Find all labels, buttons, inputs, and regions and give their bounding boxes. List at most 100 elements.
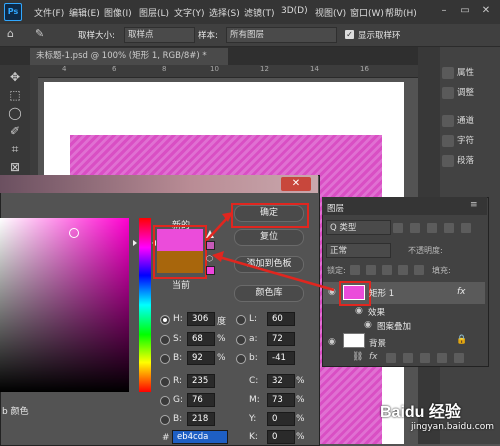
layer-thumbnail-background[interactable]	[343, 333, 365, 348]
c-input[interactable]: 32	[267, 374, 295, 388]
color-picker-titlebar[interactable]	[0, 175, 318, 193]
effects-eye-icon[interactable]: ◉	[355, 306, 363, 316]
a-input[interactable]: 72	[267, 332, 295, 346]
h-input[interactable]: 306	[187, 312, 215, 326]
b-radio[interactable]	[160, 354, 170, 364]
menu-view[interactable]: 视图(V)	[315, 6, 346, 19]
reset-button[interactable]: 复位	[234, 229, 304, 246]
blue-input[interactable]: 218	[187, 412, 215, 426]
crop-tool-icon[interactable]: ⌗	[7, 141, 23, 157]
lock-all-icon[interactable]	[414, 265, 424, 275]
menu-help[interactable]: 帮助(H)	[385, 6, 417, 19]
lock-artboard-icon[interactable]	[398, 265, 408, 275]
minimize-icon[interactable]: –	[436, 4, 452, 18]
quick-select-tool-icon[interactable]: ✐	[7, 123, 23, 139]
out-of-gamut-warning-icon[interactable]	[206, 230, 214, 238]
menu-3d[interactable]: 3D(D)	[281, 6, 308, 16]
menu-window[interactable]: 窗口(W)	[350, 6, 384, 19]
filter-type-icon[interactable]	[427, 223, 437, 233]
adjustments-panel-button[interactable]: 调整	[442, 84, 474, 102]
hex-input[interactable]: eb4cda	[172, 430, 228, 444]
fx-icon[interactable]: fx	[457, 287, 466, 297]
pattern-overlay-eye-icon[interactable]: ◉	[364, 320, 372, 330]
menu-file[interactable]: 文件(F)	[34, 6, 64, 19]
layer-kind-filter[interactable]: Q 类型	[326, 220, 391, 235]
background-eye-icon[interactable]: ◉	[328, 337, 336, 347]
pattern-overlay-effect[interactable]: 图案叠加	[377, 320, 411, 332]
menu-filter[interactable]: 滤镜(T)	[244, 6, 275, 19]
dialog-close-icon[interactable]: ✕	[281, 177, 311, 191]
color-libraries-button[interactable]: 颜色库	[234, 285, 304, 302]
new-adjustment-icon[interactable]	[403, 353, 413, 363]
show-ring-checkbox[interactable]: ✓	[345, 30, 354, 39]
layer-effects-label[interactable]: 效果	[368, 306, 385, 318]
k-input[interactable]: 0	[267, 430, 295, 444]
a-radio[interactable]	[236, 335, 246, 345]
menu-layer[interactable]: 图层(L)	[139, 6, 169, 19]
frame-tool-icon[interactable]: ⊠	[7, 159, 23, 175]
panel-menu-icon[interactable]: ≡	[470, 200, 478, 210]
visibility-eye-icon[interactable]: ◉	[328, 287, 336, 297]
l-input[interactable]: 60	[267, 312, 295, 326]
m-input[interactable]: 73	[267, 393, 295, 407]
add-mask-icon[interactable]	[386, 353, 396, 363]
new-layer-icon[interactable]	[437, 353, 447, 363]
ok-button[interactable]: 确定	[234, 205, 304, 222]
only-web-colors-label[interactable]: b 颜色	[2, 404, 29, 417]
hue-slider-left-handle[interactable]	[133, 240, 137, 246]
lab-b-input[interactable]: -41	[267, 351, 295, 365]
color-field[interactable]	[0, 218, 129, 392]
web-safe-color-swatch[interactable]	[206, 266, 215, 275]
delete-layer-icon[interactable]	[454, 353, 464, 363]
r-input[interactable]: 235	[187, 374, 215, 388]
menu-select[interactable]: 选择(S)	[209, 6, 240, 19]
filter-pixel-icon[interactable]	[393, 223, 403, 233]
channels-panel-button[interactable]: 通道	[442, 112, 474, 130]
layers-tab[interactable]: 图层	[327, 202, 344, 214]
l-radio[interactable]	[236, 315, 246, 325]
close-window-icon[interactable]: ✕	[478, 4, 494, 18]
layer-thumbnail-rectangle[interactable]	[343, 285, 365, 300]
lasso-tool-icon[interactable]: ◯	[7, 105, 23, 121]
current-color-swatch[interactable]	[157, 251, 203, 273]
lock-transparent-icon[interactable]	[350, 265, 360, 275]
gamut-color-swatch[interactable]	[206, 241, 215, 250]
g-input[interactable]: 76	[187, 393, 215, 407]
s-input[interactable]: 68	[187, 332, 215, 346]
r-radio[interactable]	[160, 377, 170, 387]
character-panel-button[interactable]: 字符	[442, 132, 474, 150]
home-icon[interactable]: ⌂	[7, 27, 14, 40]
layer-name-rectangle[interactable]: 矩形 1	[369, 287, 394, 299]
sample-size-dropdown[interactable]: 取样点	[124, 27, 195, 43]
lab-b-radio[interactable]	[236, 354, 246, 364]
filter-adjustment-icon[interactable]	[410, 223, 420, 233]
add-style-icon[interactable]: fx	[369, 352, 378, 362]
menu-image[interactable]: 图像(I)	[104, 6, 132, 19]
maximize-icon[interactable]: ▭	[457, 4, 473, 18]
paragraph-panel-button[interactable]: 段落	[442, 152, 474, 170]
color-field-cursor[interactable]	[69, 228, 79, 238]
menu-edit[interactable]: 编辑(E)	[69, 6, 100, 19]
g-radio[interactable]	[160, 396, 170, 406]
marquee-tool-icon[interactable]: ⬚	[7, 87, 23, 103]
s-radio[interactable]	[160, 335, 170, 345]
link-layers-icon[interactable]: ⛓	[352, 352, 363, 362]
layer-name-background[interactable]: 背景	[369, 337, 386, 349]
document-tab[interactable]: 未标题-1.psd @ 100% (矩形 1, RGB/8#) *	[30, 48, 228, 65]
properties-panel-button[interactable]: 属性	[442, 64, 474, 82]
blue-radio[interactable]	[160, 415, 170, 425]
web-safe-cube-icon[interactable]: ⬡	[206, 255, 214, 263]
filter-shape-icon[interactable]	[444, 223, 454, 233]
blend-mode-dropdown[interactable]: 正常	[326, 243, 391, 258]
lock-image-icon[interactable]	[366, 265, 376, 275]
filter-smart-object-icon[interactable]	[461, 223, 471, 233]
b-input[interactable]: 92	[187, 351, 215, 365]
y-input[interactable]: 0	[267, 412, 295, 426]
add-to-swatches-button[interactable]: 添加到色板	[234, 256, 304, 273]
new-group-icon[interactable]	[420, 353, 430, 363]
move-tool-icon[interactable]: ✥	[7, 69, 23, 85]
eyedropper-icon[interactable]: ✎	[35, 27, 44, 40]
hue-slider[interactable]	[139, 218, 151, 392]
lock-position-icon[interactable]	[382, 265, 392, 275]
sample-dropdown[interactable]: 所有图层	[226, 27, 337, 43]
